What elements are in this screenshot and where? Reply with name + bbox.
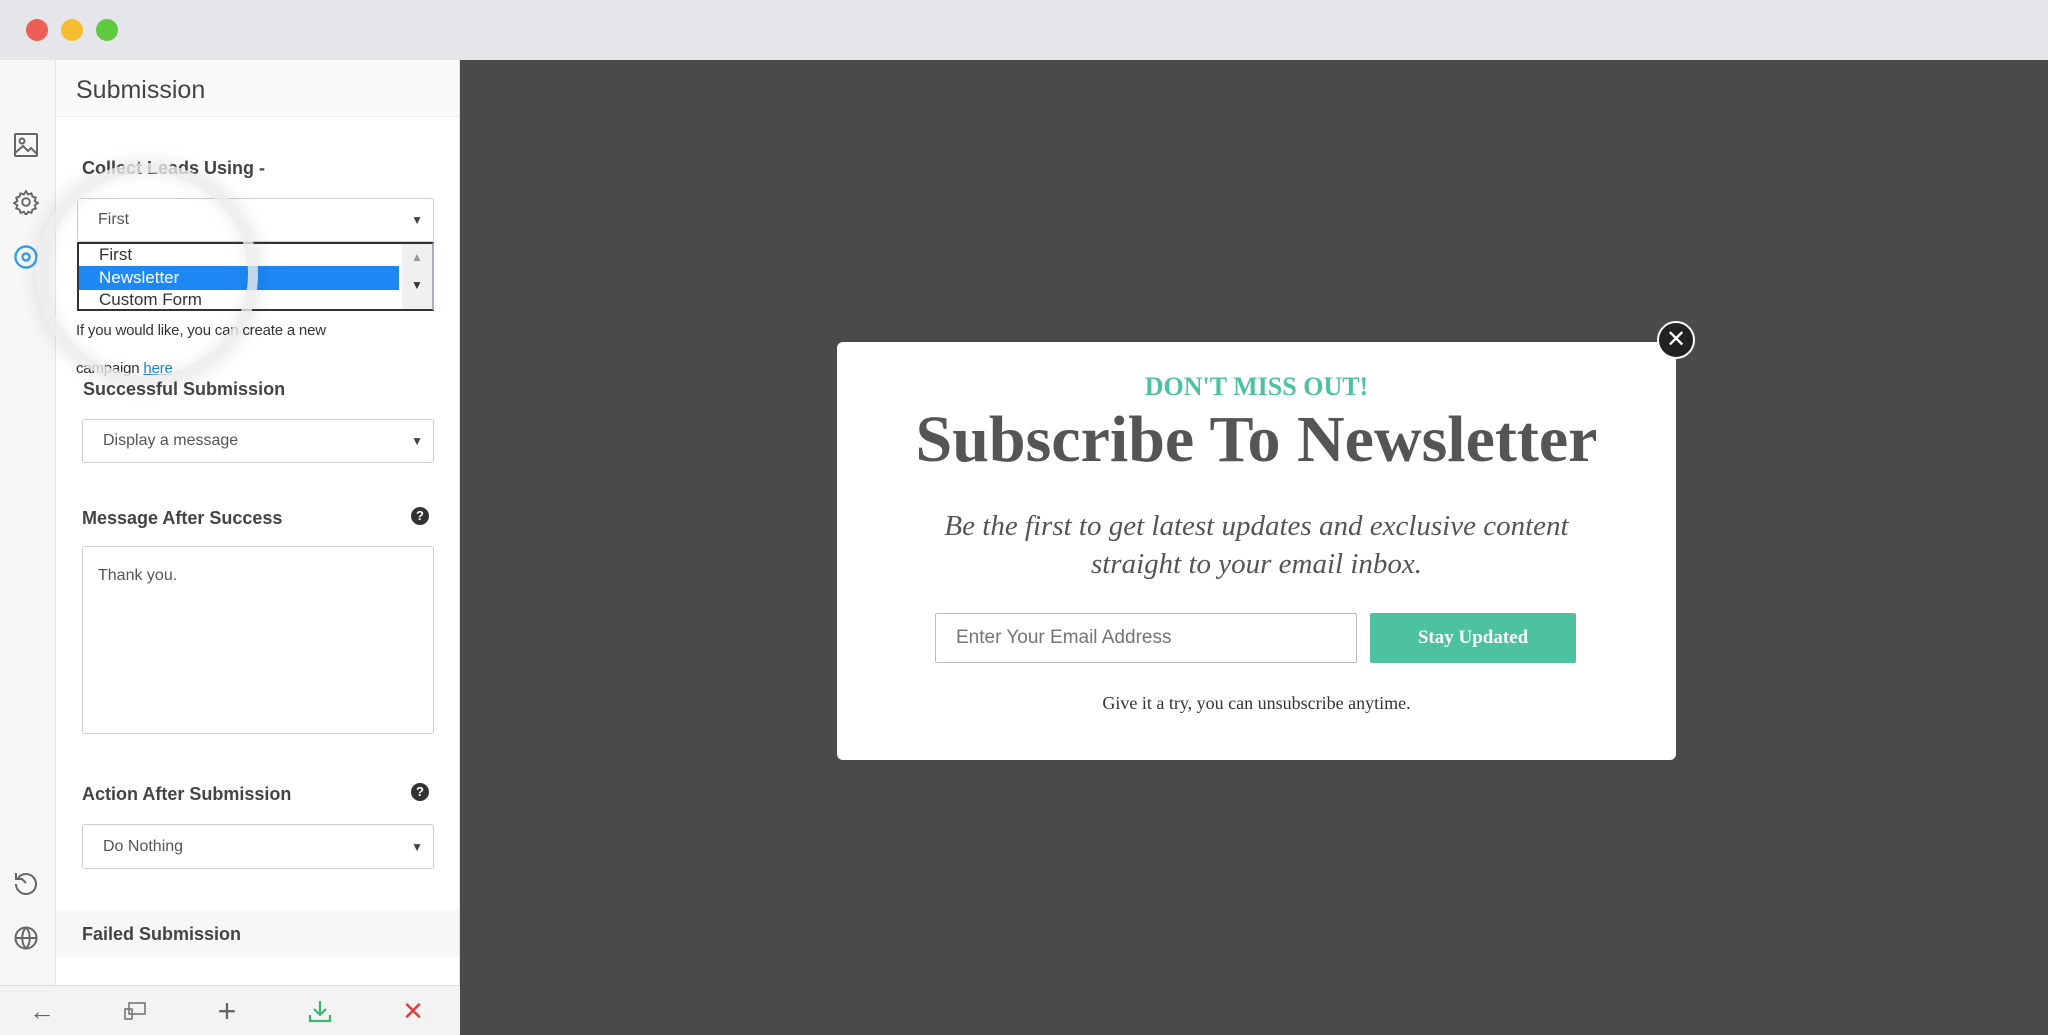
target-icon[interactable] xyxy=(12,243,40,271)
globe-icon[interactable] xyxy=(12,924,40,952)
panel-title: Submission xyxy=(76,76,206,104)
window-close-button[interactable] xyxy=(26,19,48,41)
chevron-down-icon: ▼ xyxy=(411,839,423,854)
collect-leads-value: First xyxy=(98,211,130,228)
collect-leads-select[interactable]: First ▼ xyxy=(77,198,434,242)
popup-subtitle-line1: Be the first to get latest updates and e… xyxy=(944,510,1569,542)
help-text: If you would like, you can create a new … xyxy=(76,322,326,377)
collect-leads-label: Collect Leads Using - xyxy=(82,158,266,178)
image-icon[interactable] xyxy=(12,131,40,159)
email-input[interactable] xyxy=(935,613,1357,663)
gear-icon[interactable] xyxy=(12,188,40,216)
popup-footer: Give it a try, you can unsubscribe anyti… xyxy=(1102,693,1411,713)
popup-close-button[interactable]: ✕ xyxy=(1657,321,1695,359)
message-after-success-label: Message After Success xyxy=(82,508,283,528)
help-icon[interactable]: ? xyxy=(411,507,429,525)
popup-eyebrow: DON'T MISS OUT! xyxy=(1144,372,1369,401)
history-icon[interactable] xyxy=(12,869,40,897)
icon-rail xyxy=(0,60,56,985)
chevron-down-icon: ▼ xyxy=(411,434,423,448)
dropdown-option-first[interactable]: First xyxy=(79,244,432,266)
failed-submission-label: Failed Submission xyxy=(82,924,242,944)
popup-subtitle-line2: straight to your email inbox. xyxy=(1090,548,1423,580)
successful-submission-select[interactable]: Display a message ▼ xyxy=(82,419,434,463)
dropdown-option-newsletter[interactable]: Newsletter xyxy=(79,266,399,290)
dropdown-scrollbar[interactable]: ▲ ▼ xyxy=(402,244,432,309)
help-icon[interactable]: ? xyxy=(411,783,429,801)
chevron-down-icon: ▼ xyxy=(411,213,423,227)
window-maximize-button[interactable] xyxy=(96,19,118,41)
panel-header: Submission xyxy=(56,60,459,117)
plus-icon[interactable]: + xyxy=(213,993,241,1029)
successful-submission-label: Successful Submission xyxy=(83,379,286,399)
window-minimize-button[interactable] xyxy=(61,19,83,41)
action-after-submission-value: Do Nothing xyxy=(103,837,184,855)
action-after-submission-select[interactable]: Do Nothing ▼ xyxy=(82,824,434,869)
close-icon[interactable]: ✕ xyxy=(399,996,427,1026)
window-titlebar xyxy=(0,0,2048,60)
create-campaign-link[interactable]: here xyxy=(143,360,172,377)
message-textarea[interactable]: Thank you. xyxy=(82,546,434,734)
download-icon[interactable] xyxy=(306,997,334,1025)
failed-submission-section[interactable]: Failed Submission xyxy=(56,910,459,957)
newsletter-popup: DON'T MISS OUT! Subscribe To Newsletter … xyxy=(837,342,1676,760)
action-after-submission-label: Action After Submission xyxy=(82,784,292,804)
dropdown-option-custom-form[interactable]: Custom Form xyxy=(79,290,432,310)
popup-title: Subscribe To Newsletter xyxy=(915,403,1598,476)
stay-updated-button[interactable]: Stay Updated xyxy=(1370,613,1576,663)
successful-submission-value: Display a message xyxy=(103,432,239,449)
devices-icon[interactable] xyxy=(121,997,149,1025)
back-arrow-icon[interactable]: ← xyxy=(28,996,56,1026)
submission-panel: Submission Collect Leads Using - First ▼ … xyxy=(36,60,460,985)
collect-leads-dropdown: First Newsletter Custom Form ▲ ▼ xyxy=(77,242,434,311)
